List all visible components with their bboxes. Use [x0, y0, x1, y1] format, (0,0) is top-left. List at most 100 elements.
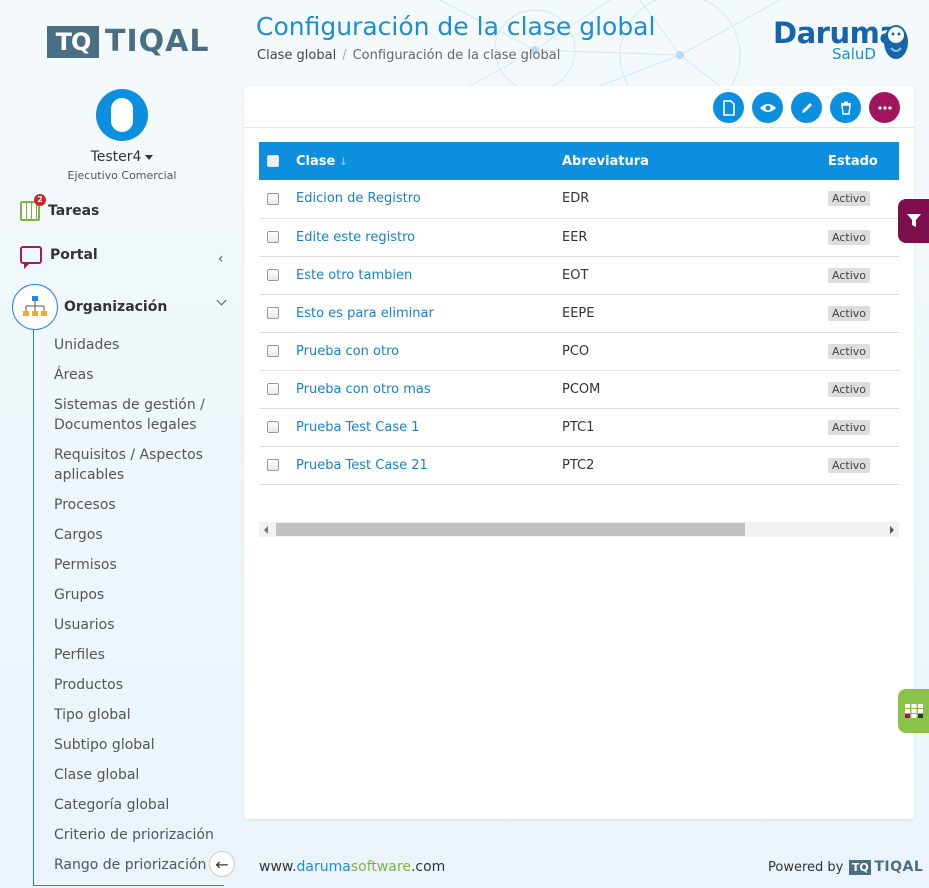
edit-button[interactable] — [791, 92, 822, 123]
submenu-item-categoria-global[interactable]: Categoría global — [54, 795, 224, 815]
row-checkbox-cell — [259, 332, 296, 371]
submenu-item-productos[interactable]: Productos — [54, 675, 224, 695]
scrollbar-thumb[interactable] — [276, 523, 745, 536]
submenu-item-perfiles[interactable]: Perfiles — [54, 645, 224, 665]
view-eye-icon — [759, 103, 776, 112]
row-checkbox[interactable] — [267, 459, 279, 471]
row-checkbox[interactable] — [267, 192, 279, 205]
table-row: Prueba con otro PCO Activo — [259, 332, 899, 371]
status-badge: Activo — [828, 381, 870, 397]
submenu-item-subtipo-global[interactable]: Subtipo global — [54, 735, 224, 755]
submenu-item-clase-global[interactable]: Clase global — [54, 765, 224, 785]
footer-website-link[interactable]: www.darumasoftware.com — [259, 859, 445, 875]
powered-by: Powered by TQ TIQAL — [768, 859, 923, 875]
cell-abreviatura: PTC2 — [562, 446, 828, 485]
submenu-item-procesos[interactable]: Procesos — [54, 495, 224, 515]
clase-link[interactable]: Esto es para eliminar — [296, 306, 434, 321]
row-checkbox-cell — [259, 218, 296, 257]
more-options-button[interactable] — [869, 92, 900, 123]
clase-link[interactable]: Prueba Test Case 21 — [296, 458, 428, 473]
clase-link[interactable]: Prueba con otro mas — [296, 382, 431, 397]
breadcrumb-separator: / — [342, 48, 347, 63]
status-badge: Activo — [828, 267, 870, 283]
sidebar: TQ TIQAL Tester4 Ejecutivo Comercial 2 T… — [0, 0, 244, 888]
submenu-item-cargos[interactable]: Cargos — [54, 525, 224, 545]
cell-abreviatura: PCO — [562, 332, 828, 371]
chevron-left-icon[interactable]: ‹ — [218, 251, 224, 267]
status-badge: Activo — [828, 419, 870, 435]
cell-estado: Activo — [828, 256, 899, 295]
site-suffix: .com — [410, 859, 446, 875]
column-header-estado[interactable]: Estado — [828, 142, 899, 180]
cell-estado: Activo — [828, 370, 899, 409]
status-badge: Activo — [828, 343, 870, 359]
apps-grid-tab[interactable] — [898, 689, 929, 733]
status-badge: Activo — [828, 191, 870, 207]
cell-estado: Activo — [828, 446, 899, 485]
submenu-item-usuarios[interactable]: Usuarios — [54, 615, 224, 635]
tareas-badge: 2 — [34, 194, 46, 206]
clase-link[interactable]: Este otro tambien — [296, 268, 412, 283]
submenu-item-tipo-global[interactable]: Tipo global — [54, 705, 224, 725]
row-checkbox[interactable] — [267, 421, 279, 433]
row-checkbox[interactable] — [267, 345, 279, 357]
submenu-item-areas[interactable]: Áreas — [54, 365, 224, 385]
row-checkbox[interactable] — [267, 383, 279, 395]
site-part-daruma: daruma — [296, 859, 351, 875]
clase-link[interactable]: Prueba Test Case 1 — [296, 420, 420, 435]
daruma-salud-logo: Daruma SaluD — [773, 16, 908, 63]
nav-item-portal[interactable]: Portal — [20, 246, 98, 269]
footer-logo-mark: TQ — [849, 859, 872, 875]
clase-link[interactable]: Edicion de Registro — [296, 191, 421, 206]
new-document-icon — [722, 99, 735, 116]
cell-abreviatura: EER — [562, 218, 828, 257]
submenu-item-criterio-priorizacion[interactable]: Criterio de priorización — [54, 825, 224, 845]
row-checkbox-cell — [259, 180, 296, 219]
submenu-item-requisitos[interactable]: Requisitos / Aspectos aplicables — [54, 445, 224, 485]
nav-item-label: Portal — [50, 247, 98, 263]
user-menu[interactable]: Tester4 — [0, 149, 244, 165]
org-chart-icon — [12, 284, 58, 330]
cell-clase: Edicion de Registro — [296, 180, 562, 219]
submenu-item-unidades[interactable]: Unidades — [54, 335, 224, 355]
column-header-clase[interactable]: Clase ↓ — [296, 142, 562, 180]
cell-clase: Prueba Test Case 21 — [296, 446, 562, 485]
nav-item-label: Tareas — [48, 203, 100, 219]
view-button[interactable] — [752, 92, 783, 123]
nav-item-organizacion[interactable]: Organización — [12, 284, 167, 330]
avatar[interactable] — [96, 89, 148, 141]
delete-button[interactable] — [830, 92, 861, 123]
table-header-row: Clase ↓ Abreviatura Estado — [259, 142, 899, 180]
row-checkbox-cell — [259, 256, 296, 295]
column-header-abreviatura[interactable]: Abreviatura — [562, 142, 828, 180]
nav-item-tareas[interactable]: 2 Tareas — [20, 194, 100, 221]
tiqal-logo[interactable]: TQ TIQAL — [47, 24, 209, 59]
submenu-item-permisos[interactable]: Permisos — [54, 555, 224, 575]
collapse-sidebar-button[interactable]: ← — [209, 851, 235, 877]
clase-link[interactable]: Edite este registro — [296, 230, 415, 245]
horizontal-scrollbar[interactable] — [259, 522, 899, 537]
cell-abreviatura: PCOM — [562, 370, 828, 409]
breadcrumb-item-clase-global[interactable]: Clase global — [257, 48, 336, 63]
row-checkbox[interactable] — [267, 269, 279, 281]
new-button[interactable] — [713, 92, 744, 123]
row-checkbox[interactable] — [267, 307, 279, 319]
submenu-item-sistemas-gestion[interactable]: Sistemas de gestión / Documentos legales — [54, 395, 224, 435]
submenu-item-grupos[interactable]: Grupos — [54, 585, 224, 605]
scroll-left-icon[interactable] — [264, 526, 268, 534]
status-badge: Activo — [828, 229, 870, 245]
delete-trash-icon — [840, 101, 851, 115]
status-badge: Activo — [828, 457, 870, 473]
cell-clase: Este otro tambien — [296, 256, 562, 295]
table-row: Este otro tambien EOT Activo — [259, 256, 899, 295]
scroll-right-icon[interactable] — [890, 526, 894, 534]
row-checkbox-cell — [259, 446, 296, 485]
clase-link[interactable]: Prueba con otro — [296, 344, 399, 359]
select-all-checkbox[interactable] — [267, 155, 279, 167]
chevron-down-icon[interactable] — [216, 295, 227, 306]
filter-tab[interactable] — [898, 199, 929, 243]
submenu-item-rango-priorizacion[interactable]: Rango de priorización — [54, 855, 224, 875]
calendar-icon: 2 — [20, 194, 46, 221]
row-checkbox[interactable] — [267, 231, 279, 243]
clase-global-table: Clase ↓ Abreviatura Estado Edicion de Reg… — [259, 142, 899, 485]
